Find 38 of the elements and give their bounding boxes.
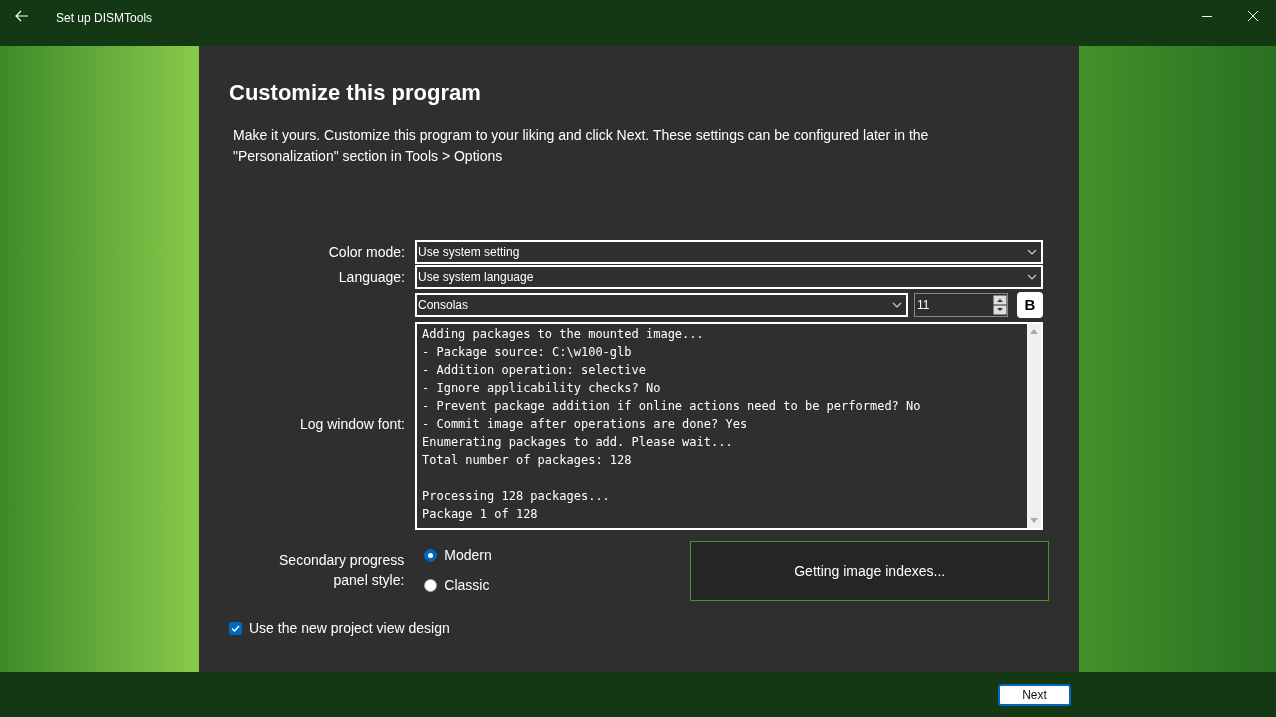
chevron-down-icon	[1027, 249, 1037, 255]
log-line: Package 1 of 128	[422, 506, 539, 523]
minimize-icon	[1202, 15, 1212, 17]
language-dropdown[interactable]: Use system language	[415, 265, 1043, 289]
log-line: Total number of packages: 128	[422, 452, 633, 469]
next-button[interactable]: Next	[998, 683, 1071, 706]
bold-toggle-button[interactable]: B	[1017, 292, 1043, 318]
intro-text: Make it yours. Customize this program to your liking and click Next. These settings can be configured later in the "Personalization" section in Tools > Options	[233, 126, 930, 166]
scroll-up-icon	[1030, 329, 1038, 334]
checkmark-icon	[231, 625, 240, 632]
chevron-down-icon	[1027, 274, 1037, 280]
log-line: Processing 128 packages...	[422, 488, 611, 505]
radio-option[interactable]: Modern	[424, 544, 669, 566]
log-line: - Prevent package addition if online actions need to be performed? No	[422, 398, 922, 415]
scrollbar[interactable]	[1027, 324, 1041, 528]
window-title: Set up DISMTools	[56, 10, 153, 27]
checkbox-option[interactable]: Use the new project view design	[229, 618, 1049, 639]
field-label: Secondary progress panel style:	[278, 551, 405, 590]
close-icon	[1248, 11, 1258, 21]
radio-option[interactable]: Classic	[424, 574, 669, 596]
spinner-arrows-icon	[993, 295, 1007, 315]
field-label: Language:	[337, 267, 405, 287]
font-size-spinner[interactable]: 11	[914, 293, 1008, 317]
progress-preview-panel: Getting image indexes...	[690, 541, 1049, 601]
log-line: Adding packages to the mounted image...	[422, 326, 705, 343]
page-heading: Customize this program	[229, 79, 482, 107]
back-arrow-icon	[15, 10, 29, 22]
log-line: - Package source: C:\w100-glb	[422, 344, 633, 361]
field-label: Color mode:	[327, 242, 405, 262]
log-line: Enumerating packages to add. Please wait...	[422, 434, 734, 451]
log-line: - Addition operation: selective	[422, 362, 647, 379]
scroll-down-icon	[1030, 518, 1038, 523]
field-label: Log window font:	[298, 414, 405, 434]
color-mode-dropdown[interactable]: Use system setting	[415, 240, 1043, 264]
font-dropdown[interactable]: Consolas	[415, 293, 908, 317]
chevron-down-icon	[892, 302, 902, 308]
log-line: - Commit image after operations are done? Yes	[422, 416, 749, 433]
log-line: - Ignore applicability checks? No	[422, 380, 662, 397]
